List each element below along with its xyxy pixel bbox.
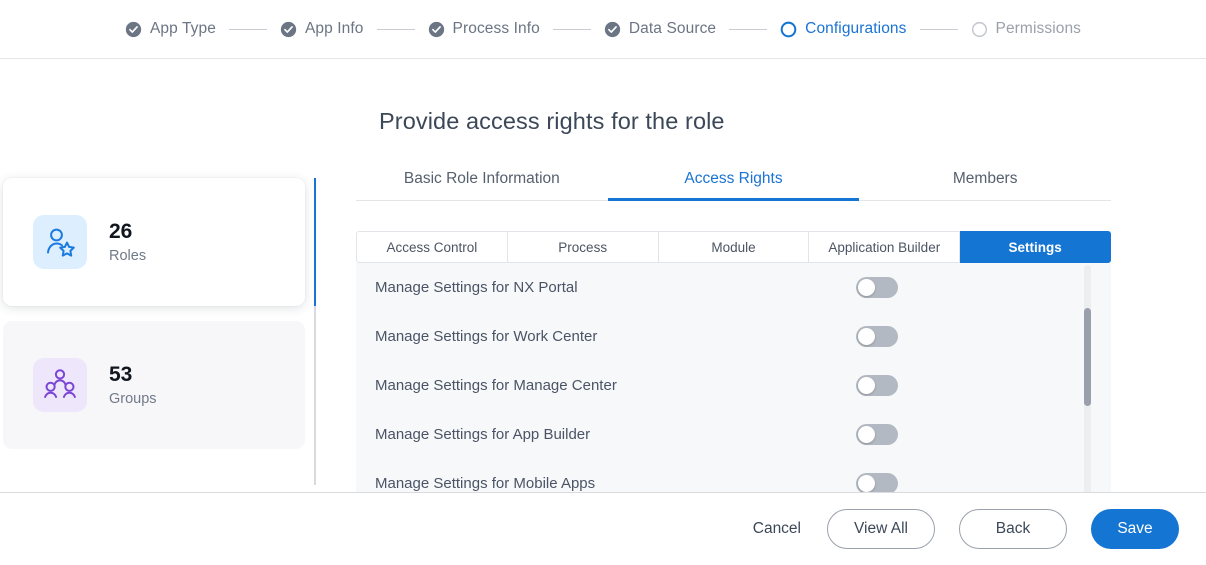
settings-row: Manage Settings for NX Portal xyxy=(356,263,908,312)
stat-card-roles[interactable]: 26 Roles xyxy=(3,178,305,306)
back-button[interactable]: Back xyxy=(959,509,1067,549)
group-people-icon xyxy=(44,369,76,398)
ring-circle-icon xyxy=(971,21,987,37)
main-panel: Basic Role Information Access Rights Membe… xyxy=(356,170,1111,497)
check-circle-icon xyxy=(428,21,444,37)
step-connector xyxy=(919,28,958,30)
access-rights-subtabs: Access Control Process Module Application B… xyxy=(356,231,1111,263)
step-connector xyxy=(376,28,415,30)
wizard-footer: Cancel View All Back Save xyxy=(0,492,1206,565)
settings-row-label: Manage Settings for Work Center xyxy=(375,328,598,345)
settings-row-label: Manage Settings for NX Portal xyxy=(375,279,578,296)
tab-basic-role-information[interactable]: Basic Role Information xyxy=(356,170,608,200)
role-tabs: Basic Role Information Access Rights Membe… xyxy=(356,170,1111,201)
settings-list: Manage Settings for NX Portal Manage Sett… xyxy=(356,263,908,497)
settings-row-label: Manage Settings for App Builder xyxy=(375,426,591,443)
user-star-icon xyxy=(47,228,75,257)
subtab-settings[interactable]: Settings xyxy=(960,231,1111,263)
stat-card-groups[interactable]: 53 Groups xyxy=(3,321,305,449)
step-label: Configurations xyxy=(805,20,907,37)
settings-row: Manage Settings for App Builder xyxy=(356,410,908,459)
stat-label: Groups xyxy=(109,390,157,407)
step-label: Process Info xyxy=(452,20,540,37)
page-title: Provide access rights for the role xyxy=(379,108,725,134)
settings-toggle[interactable] xyxy=(856,424,898,445)
toggle-knob xyxy=(858,377,875,394)
tab-members[interactable]: Members xyxy=(859,170,1111,200)
stat-label: Roles xyxy=(109,247,147,264)
step-status-icon xyxy=(971,21,988,38)
subtab-access-control[interactable]: Access Control xyxy=(356,231,508,263)
stat-value: 26 xyxy=(109,219,133,243)
user-star-icon xyxy=(33,215,87,269)
step-status-icon xyxy=(780,21,797,38)
settings-scrollbar-thumb[interactable] xyxy=(1084,308,1091,406)
settings-toggle[interactable] xyxy=(856,375,898,396)
settings-toggle[interactable] xyxy=(856,277,898,298)
ring-circle-icon xyxy=(780,21,797,37)
step-label: App Info xyxy=(304,20,364,37)
step-app-info[interactable]: App Info xyxy=(280,20,364,38)
toggle-knob xyxy=(858,475,875,492)
step-label: App Type xyxy=(149,20,216,37)
settings-row-label: Manage Settings for Manage Center xyxy=(375,377,617,394)
stats-sidebar: 26 Roles 53 Groups xyxy=(3,178,305,449)
step-data-source[interactable]: Data Source xyxy=(604,20,716,38)
step-status-icon xyxy=(604,21,621,38)
step-label: Permissions xyxy=(995,20,1082,37)
settings-row: Manage Settings for Work Center xyxy=(356,312,908,361)
step-label: Data Source xyxy=(628,20,717,37)
step-status-icon xyxy=(428,21,445,38)
step-status-icon xyxy=(125,21,142,38)
step-app-type[interactable]: App Type xyxy=(125,20,216,38)
tab-access-rights[interactable]: Access Rights xyxy=(607,170,860,201)
settings-row-label: Manage Settings for Mobile Apps xyxy=(375,475,596,492)
group-people-icon xyxy=(33,358,87,412)
save-button[interactable]: Save xyxy=(1091,509,1179,549)
subtab-application-builder[interactable]: Application Builder xyxy=(809,231,961,263)
step-status-icon xyxy=(280,21,297,38)
cancel-button[interactable]: Cancel xyxy=(751,520,803,538)
check-circle-icon xyxy=(280,21,297,37)
check-circle-icon xyxy=(604,21,621,37)
step-connector xyxy=(729,28,768,30)
step-connector xyxy=(228,28,267,30)
step-configurations[interactable]: Configurations xyxy=(780,20,906,38)
settings-toggle[interactable] xyxy=(856,473,898,494)
toggle-knob xyxy=(858,328,875,345)
settings-row: Manage Settings for Manage Center xyxy=(356,361,908,410)
sidebar-divider-active xyxy=(314,178,316,306)
wizard-stepper: App Type App Info Process Info Data Source C… xyxy=(0,0,1206,59)
step-connector xyxy=(552,28,591,30)
step-permissions[interactable]: Permissions xyxy=(971,20,1082,38)
check-circle-icon xyxy=(125,21,142,37)
toggle-knob xyxy=(858,426,875,443)
toggle-knob xyxy=(858,279,875,296)
stat-text: 26 Roles xyxy=(109,221,146,264)
view-all-button[interactable]: View All xyxy=(827,509,935,549)
stat-value: 53 xyxy=(109,362,133,386)
step-process-info[interactable]: Process Info xyxy=(428,20,540,38)
subtab-process[interactable]: Process xyxy=(507,231,659,263)
settings-list-container: Manage Settings for NX Portal Manage Sett… xyxy=(356,263,1111,497)
settings-toggle[interactable] xyxy=(856,326,898,347)
subtab-module[interactable]: Module xyxy=(658,231,810,263)
app-root: App Type App Info Process Info Data Source C… xyxy=(0,0,1206,565)
stat-text: 53 Groups xyxy=(109,364,157,407)
